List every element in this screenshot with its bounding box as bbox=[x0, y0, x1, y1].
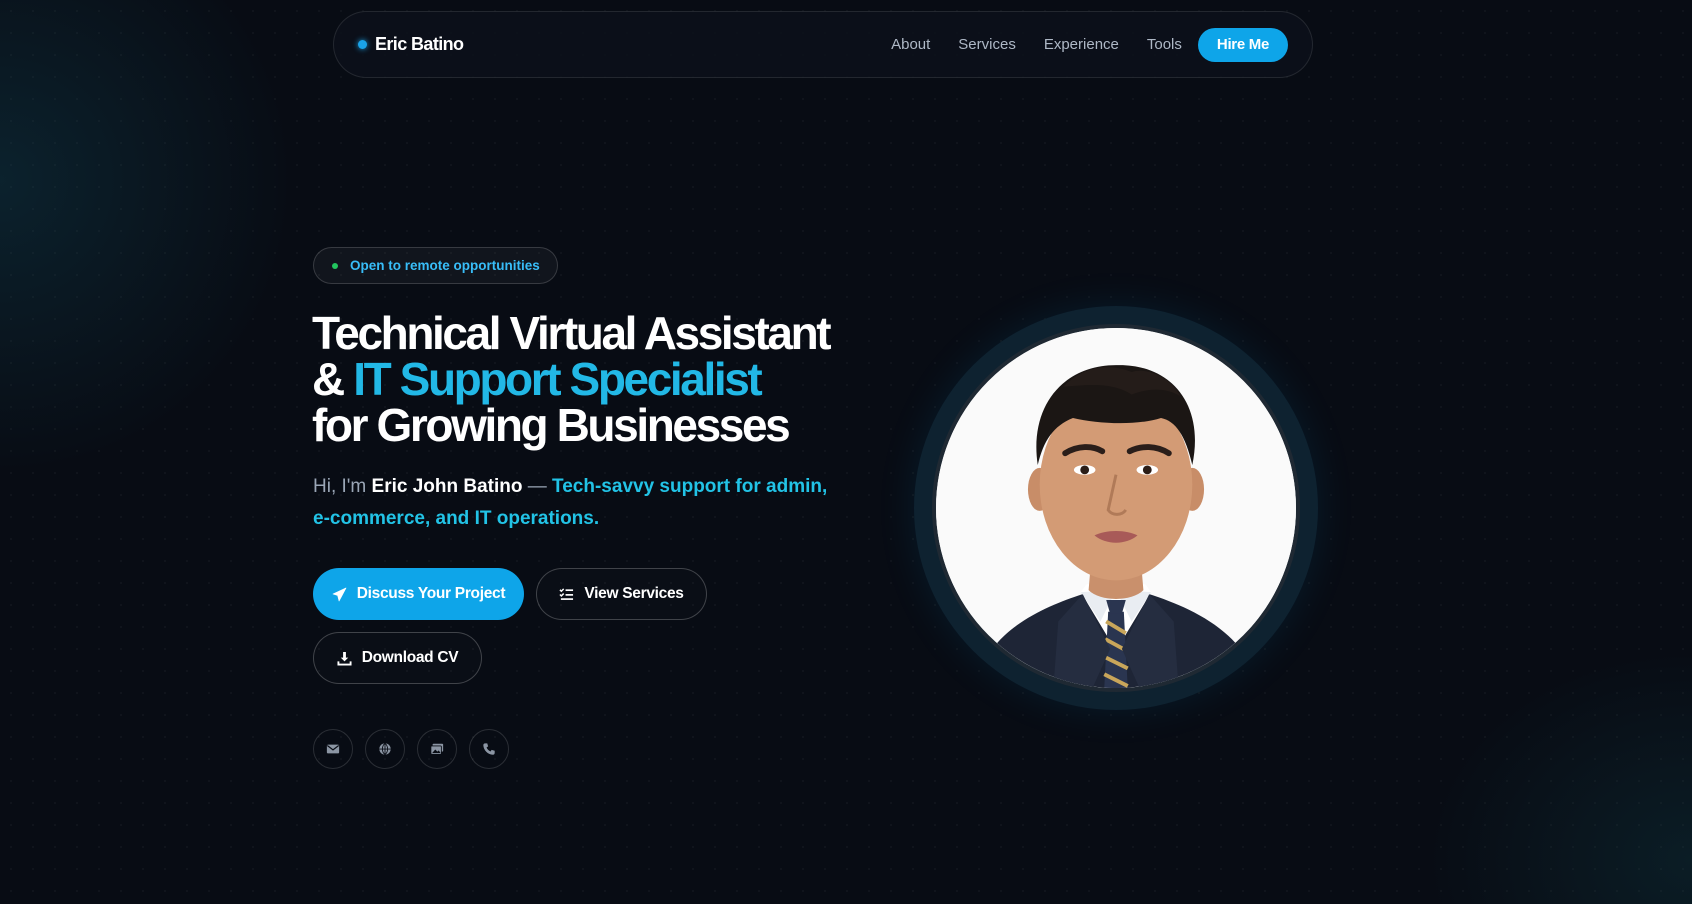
status-dot-icon bbox=[332, 262, 338, 269]
brand-dot-icon bbox=[358, 40, 367, 49]
background bbox=[0, 0, 1692, 904]
gallery-icon bbox=[430, 743, 444, 755]
headline-accent: IT Support Specialist bbox=[353, 353, 763, 405]
website-link[interactable] bbox=[365, 729, 405, 769]
headline-line-2: & IT Support Specialist bbox=[312, 356, 829, 402]
discuss-project-label: Discuss Your Project bbox=[356, 585, 506, 602]
email-link[interactable] bbox=[313, 729, 353, 769]
brand-name: Eric Batino bbox=[375, 34, 464, 54]
hire-me-button[interactable]: Hire Me bbox=[1197, 27, 1288, 62]
view-services-button[interactable]: View Services bbox=[536, 568, 707, 620]
nav-link-tools[interactable]: Tools bbox=[1147, 36, 1182, 53]
availability-badge: Open to remote opportunities bbox=[313, 247, 558, 284]
brand-logo[interactable]: Eric Batino bbox=[358, 34, 464, 55]
headline-ampersand: & bbox=[312, 353, 354, 405]
download-cv-label: Download CV bbox=[361, 649, 459, 666]
headline-line-1: Technical Virtual Assistant bbox=[312, 307, 832, 359]
nav-link-services[interactable]: Services bbox=[958, 36, 1016, 53]
nav-link-about[interactable]: About bbox=[891, 36, 930, 53]
social-links bbox=[313, 729, 509, 769]
intro-greeting: Hi, I'm bbox=[313, 476, 372, 497]
top-navbar: Eric Batino About Services Experience To… bbox=[333, 11, 1313, 78]
view-services-label: View Services bbox=[584, 585, 684, 602]
hero-headline: Technical Virtual Assistant & IT Support… bbox=[312, 307, 832, 451]
availability-text: Open to remote opportunities bbox=[350, 258, 540, 273]
portfolio-link[interactable] bbox=[417, 729, 457, 769]
profile-photo bbox=[932, 324, 1300, 692]
nav-links: About Services Experience Tools Hire Me bbox=[891, 27, 1288, 62]
portrait-frame bbox=[914, 306, 1318, 710]
paper-plane-icon bbox=[332, 587, 347, 601]
download-icon bbox=[337, 651, 352, 666]
phone-link[interactable] bbox=[469, 729, 509, 769]
nav-link-experience[interactable]: Experience bbox=[1044, 36, 1119, 53]
download-cv-button[interactable]: Download CV bbox=[313, 632, 482, 684]
globe-icon bbox=[379, 742, 391, 756]
intro-dash: — bbox=[522, 476, 553, 497]
headline-line-3: for Growing Businesses bbox=[312, 399, 791, 451]
phone-icon bbox=[483, 743, 495, 755]
mail-icon bbox=[326, 744, 340, 754]
discuss-project-button[interactable]: Discuss Your Project bbox=[313, 568, 524, 620]
hero-intro: Hi, I'm Eric John Batino — Tech-savvy su… bbox=[313, 471, 833, 535]
checklist-icon bbox=[559, 587, 574, 600]
intro-name: Eric John Batino bbox=[371, 476, 523, 497]
profile-photo-illustration bbox=[936, 328, 1296, 688]
